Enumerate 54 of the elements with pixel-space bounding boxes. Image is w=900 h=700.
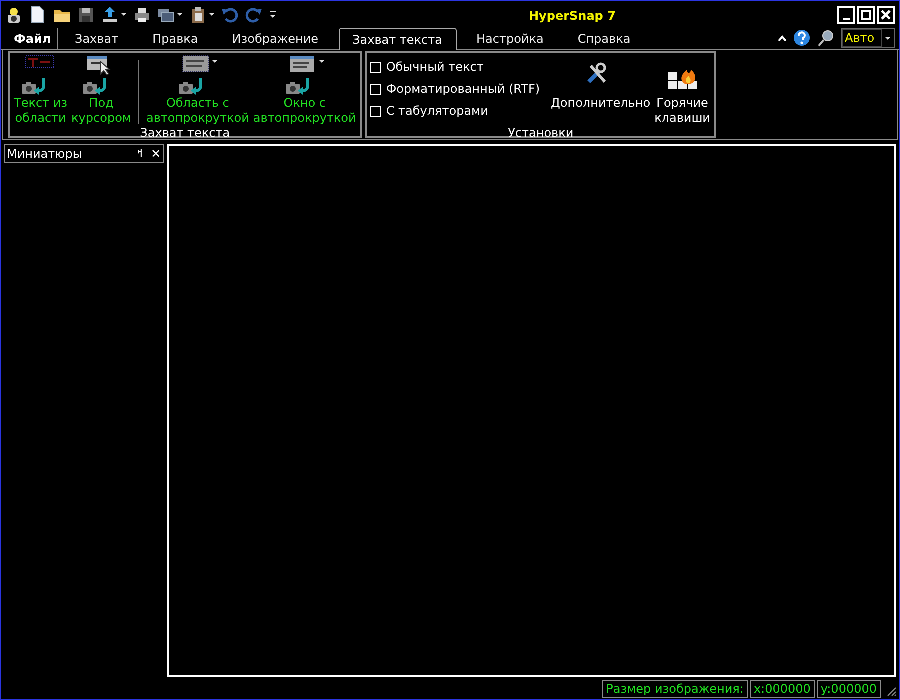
upload-icon [101,6,119,24]
ribbon-button[interactable]: Под курсором [70,54,132,126]
customize-button[interactable] [269,11,277,18]
upload-button[interactable] [101,6,127,24]
group-label: Захват текста [139,126,232,141]
ribbon-button[interactable]: Текст из области [13,54,69,126]
redo-button[interactable] [245,6,263,24]
window-title: HyperSnap 7 [529,8,616,25]
close-button[interactable]: ✕ [150,148,161,160]
document-icon [29,6,47,24]
status-field: Размер изображения: [602,680,748,698]
pin-button[interactable]: ߞ [137,148,143,159]
save-button[interactable] [77,6,95,24]
ribbon-button[interactable]: Область с автопрокруткой [145,54,250,126]
panel-title: Миниатюры [7,146,84,162]
customize-icon [269,11,277,18]
app-icon[interactable] [5,6,23,24]
dropdown-icon [885,36,891,40]
printer-icon [133,6,151,24]
ribbon-tab[interactable]: Настройка [460,28,561,49]
close-button[interactable] [877,6,895,24]
ribbon-button[interactable]: Дополнительно [550,54,652,111]
status-field: y:000000 [816,680,881,698]
minimize-button[interactable] [837,6,855,24]
new-button[interactable] [29,6,47,24]
ribbon-button[interactable]: Горячие клавиши [654,54,712,126]
resize-grip-icon[interactable] [885,685,897,697]
collapse-ribbon-icon[interactable] [778,35,787,41]
undo-button[interactable] [221,6,239,24]
group-label: Установки [507,126,575,141]
ribbon-tab[interactable]: Захват текста [338,28,456,50]
file-menu-button[interactable]: Файл [6,28,58,49]
checkbox-option[interactable]: С табуляторами [370,102,540,120]
clipboard-icon [189,6,207,24]
redo-icon [245,6,263,24]
ribbon-tab[interactable]: Справка [560,28,648,49]
ribbon-tab[interactable]: Захват [58,28,136,49]
floppy-icon [77,6,95,24]
maximize-button[interactable] [857,6,875,24]
print-button[interactable] [133,6,151,24]
close-icon [881,10,891,20]
undo-icon [221,6,239,24]
ribbon-button[interactable]: Окно с автопрокруткой [252,54,358,126]
ribbon-tab[interactable]: Изображение [215,28,336,49]
maximize-icon [861,10,871,20]
status-field: x:000000 [750,680,815,698]
clipboard-button[interactable] [189,6,215,24]
checkbox-option[interactable]: Обычный текст [370,58,540,76]
help-icon[interactable] [793,29,811,47]
checkbox-option[interactable]: Форматированный (RTF) [370,80,540,98]
magnifier-icon[interactable] [817,29,835,47]
minimize-icon [842,18,850,20]
ribbon-tab[interactable]: Правка [136,28,216,49]
zoom-combo[interactable]: Авто [841,28,895,48]
